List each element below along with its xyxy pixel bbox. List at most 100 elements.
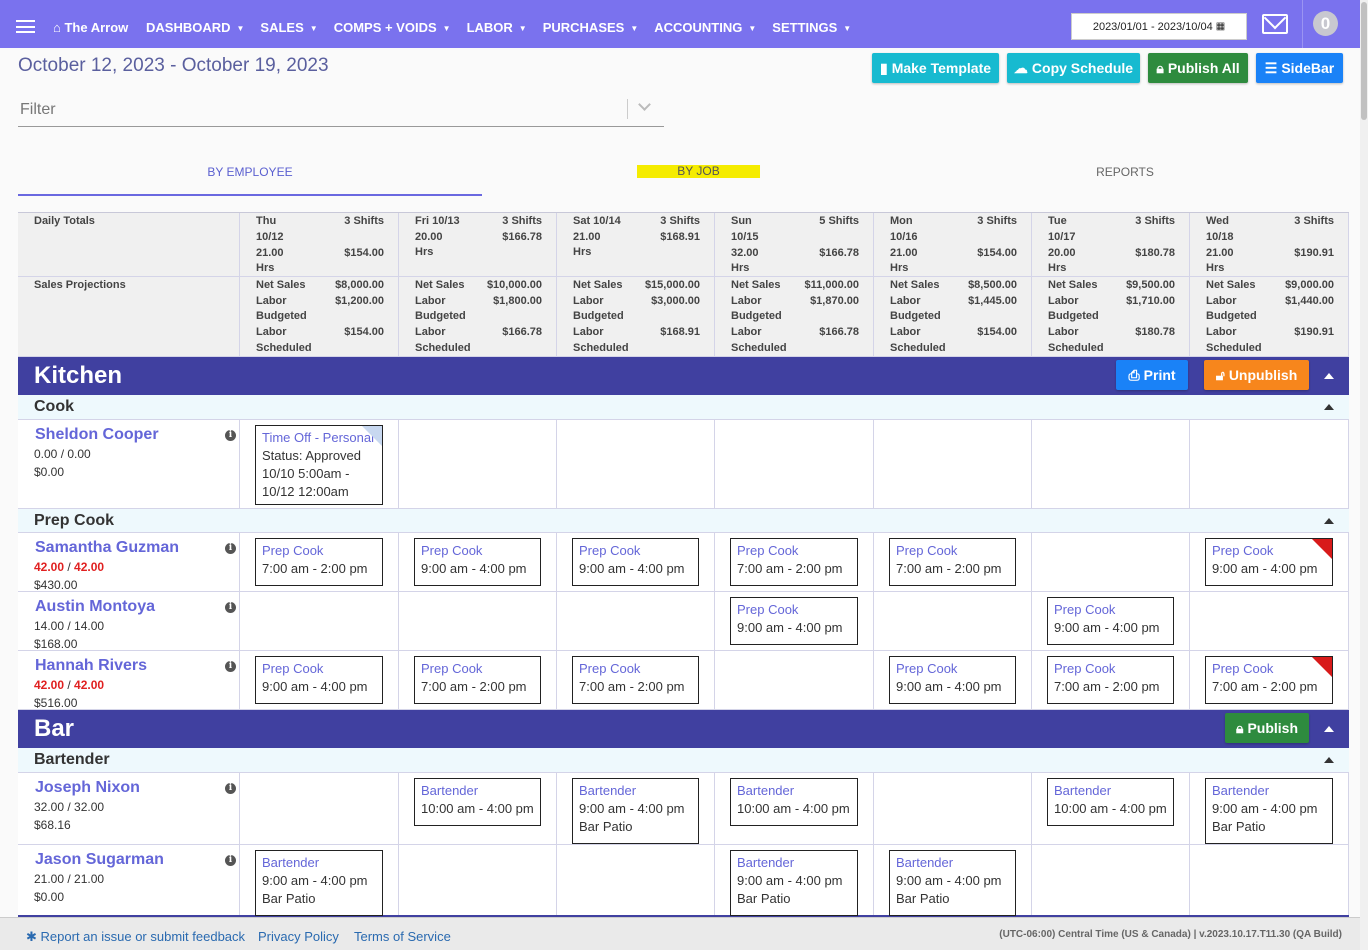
menu-accounting[interactable]: ACCOUNTING ▼	[654, 20, 756, 35]
collapse-chevron-icon[interactable]	[1324, 373, 1334, 379]
day-cell[interactable]: Prep Cook 9:00 am - 4:00 pm	[557, 533, 715, 591]
day-cell[interactable]	[1032, 845, 1190, 915]
info-icon[interactable]: i	[225, 783, 236, 794]
day-cell[interactable]	[1190, 845, 1349, 915]
collapse-chevron-icon[interactable]	[1324, 404, 1334, 410]
day-cell[interactable]: Bartender 9:00 am - 4:00 pm Bar Patio	[1190, 773, 1349, 844]
shift-card[interactable]: Prep Cook 9:00 am - 4:00 pm	[572, 538, 699, 586]
day-cell[interactable]: Bartender 9:00 am - 4:00 pm Bar Patio	[715, 845, 874, 916]
shift-card[interactable]: Bartender 10:00 am - 4:00 pm	[414, 778, 541, 826]
employee-name[interactable]: Samantha Guzman	[35, 539, 179, 557]
shift-card[interactable]: Bartender 9:00 am - 4:00 pm Bar Patio	[255, 850, 383, 916]
day-cell[interactable]	[399, 592, 557, 650]
shift-card[interactable]: Prep Cook 7:00 am - 2:00 pm	[730, 538, 858, 586]
hamburger-menu-icon[interactable]	[16, 20, 35, 33]
shift-card[interactable]: Bartender 9:00 am - 4:00 pm Bar Patio	[889, 850, 1016, 916]
menu-labor[interactable]: LABOR ▼	[467, 20, 527, 35]
day-cell[interactable]: Prep Cook 7:00 am - 2:00 pm	[874, 533, 1032, 591]
avatar[interactable]: 0	[1313, 11, 1338, 36]
shift-card[interactable]: Prep Cook 9:00 am - 4:00 pm	[414, 538, 541, 586]
time-off-card[interactable]: Time Off - Personal Status: Approved 10/…	[255, 425, 383, 505]
day-cell[interactable]	[557, 845, 715, 915]
day-cell[interactable]: Prep Cook 7:00 am - 2:00 pm	[1032, 651, 1190, 709]
employee-name[interactable]: Joseph Nixon	[35, 779, 140, 797]
menu-comps-voids[interactable]: COMPS + VOIDS ▼	[334, 20, 451, 35]
day-cell[interactable]: Bartender 10:00 am - 4:00 pm	[715, 773, 874, 844]
menu-settings[interactable]: SETTINGS ▼	[772, 20, 851, 35]
day-cell[interactable]	[1032, 420, 1190, 508]
info-icon[interactable]: i	[225, 661, 236, 672]
shift-card[interactable]: Bartender 10:00 am - 4:00 pm	[730, 778, 858, 826]
menu-dashboard[interactable]: DASHBOARD ▼	[146, 20, 244, 35]
shift-card[interactable]: Prep Cook 7:00 am - 2:00 pm	[572, 656, 699, 704]
tab-by-employee[interactable]: BY EMPLOYEE	[18, 165, 482, 196]
date-range-picker[interactable]: 2023/01/01 - 2023/10/04 ▦	[1071, 13, 1247, 40]
filter-select[interactable]: Filter	[18, 93, 664, 127]
day-cell[interactable]	[874, 773, 1032, 844]
day-cell[interactable]	[874, 592, 1032, 650]
shift-card[interactable]: Prep Cook 7:00 am - 2:00 pm	[414, 656, 541, 704]
day-cell[interactable]	[399, 845, 557, 915]
day-cell[interactable]	[715, 420, 874, 508]
employee-name[interactable]: Austin Montoya	[35, 598, 155, 616]
day-cell[interactable]	[1190, 420, 1349, 508]
day-cell[interactable]: Prep Cook 9:00 am - 4:00 pm	[399, 533, 557, 591]
day-cell[interactable]: Prep Cook 7:00 am - 2:00 pm	[240, 533, 399, 591]
day-cell[interactable]	[240, 773, 399, 844]
shift-card[interactable]: Prep Cook 7:00 am - 2:00 pm	[1047, 656, 1174, 704]
shift-card[interactable]: Prep Cook 9:00 am - 4:00 pm	[1205, 538, 1333, 586]
shift-card[interactable]: Bartender 9:00 am - 4:00 pm Bar Patio	[572, 778, 699, 844]
print-button[interactable]: ⎙ Print	[1116, 360, 1188, 390]
day-cell[interactable]	[1190, 592, 1349, 650]
privacy-policy-link[interactable]: Privacy Policy	[258, 929, 339, 944]
publish-all-button[interactable]: 🔒︎ Publish All	[1148, 53, 1248, 83]
day-cell[interactable]: Prep Cook 7:00 am - 2:00 pm	[1190, 651, 1349, 709]
page-scrollbar[interactable]	[1360, 0, 1368, 950]
day-cell[interactable]	[557, 592, 715, 650]
info-icon[interactable]: i	[225, 602, 236, 613]
shift-card[interactable]: Prep Cook 9:00 am - 4:00 pm	[730, 597, 858, 645]
menu-purchases[interactable]: PURCHASES ▼	[543, 20, 639, 35]
terms-of-service-link[interactable]: Terms of Service	[354, 929, 451, 944]
day-cell[interactable]: Prep Cook 7:00 am - 2:00 pm	[715, 533, 874, 591]
brand-link[interactable]: ⌂ The Arrow	[53, 20, 128, 35]
make-template-button[interactable]: ▮ Make Template	[872, 53, 999, 83]
shift-card[interactable]: Bartender 9:00 am - 4:00 pm Bar Patio	[1205, 778, 1333, 844]
shift-card[interactable]: Bartender 10:00 am - 4:00 pm	[1047, 778, 1174, 826]
day-cell[interactable]	[1032, 533, 1190, 591]
day-cell[interactable]: Prep Cook 7:00 am - 2:00 pm	[557, 651, 715, 709]
chevron-down-icon[interactable]	[638, 98, 651, 111]
day-cell[interactable]: Bartender 9:00 am - 4:00 pm Bar Patio	[874, 845, 1032, 916]
day-cell[interactable]: Prep Cook 9:00 am - 4:00 pm	[874, 651, 1032, 709]
day-cell[interactable]	[715, 651, 874, 709]
collapse-chevron-icon[interactable]	[1324, 518, 1334, 524]
shift-card[interactable]: Bartender 9:00 am - 4:00 pm Bar Patio	[730, 850, 858, 916]
publish-button[interactable]: 🔒︎ Publish	[1225, 713, 1309, 743]
mail-icon[interactable]	[1262, 14, 1288, 34]
day-cell[interactable]: Prep Cook 9:00 am - 4:00 pm	[1032, 592, 1190, 650]
day-cell[interactable]: Prep Cook 9:00 am - 4:00 pm	[715, 592, 874, 650]
tab-by-job[interactable]: BY JOB	[637, 165, 760, 178]
info-icon[interactable]: i	[225, 855, 236, 866]
day-cell[interactable]: Time Off - Personal Status: Approved 10/…	[240, 420, 399, 508]
shift-card[interactable]: Prep Cook 7:00 am - 2:00 pm	[1205, 656, 1333, 704]
shift-card[interactable]: Prep Cook 7:00 am - 2:00 pm	[255, 538, 383, 586]
day-cell[interactable]: Bartender 9:00 am - 4:00 pm Bar Patio	[557, 773, 715, 844]
copy-schedule-button[interactable]: ☁ Copy Schedule	[1007, 53, 1140, 83]
collapse-chevron-icon[interactable]	[1324, 757, 1334, 763]
employee-name[interactable]: Hannah Rivers	[35, 657, 147, 675]
shift-card[interactable]: Prep Cook 9:00 am - 4:00 pm	[889, 656, 1016, 704]
day-cell[interactable]: Bartender 10:00 am - 4:00 pm	[1032, 773, 1190, 844]
day-cell[interactable]	[874, 420, 1032, 508]
day-cell[interactable]: Bartender 10:00 am - 4:00 pm	[399, 773, 557, 844]
day-cell[interactable]: Prep Cook 9:00 am - 4:00 pm	[1190, 533, 1349, 591]
collapse-chevron-icon[interactable]	[1324, 726, 1334, 732]
day-cell[interactable]: Bartender 9:00 am - 4:00 pm Bar Patio	[240, 845, 399, 916]
shift-card[interactable]: Prep Cook 9:00 am - 4:00 pm	[255, 656, 383, 704]
info-icon[interactable]: i	[225, 430, 236, 441]
shift-card[interactable]: Prep Cook 7:00 am - 2:00 pm	[889, 538, 1016, 586]
day-cell[interactable]	[240, 592, 399, 650]
unpublish-button[interactable]: 🔓︎ Unpublish	[1204, 360, 1309, 390]
info-icon[interactable]: i	[225, 543, 236, 554]
tab-reports[interactable]: REPORTS	[1020, 165, 1230, 179]
